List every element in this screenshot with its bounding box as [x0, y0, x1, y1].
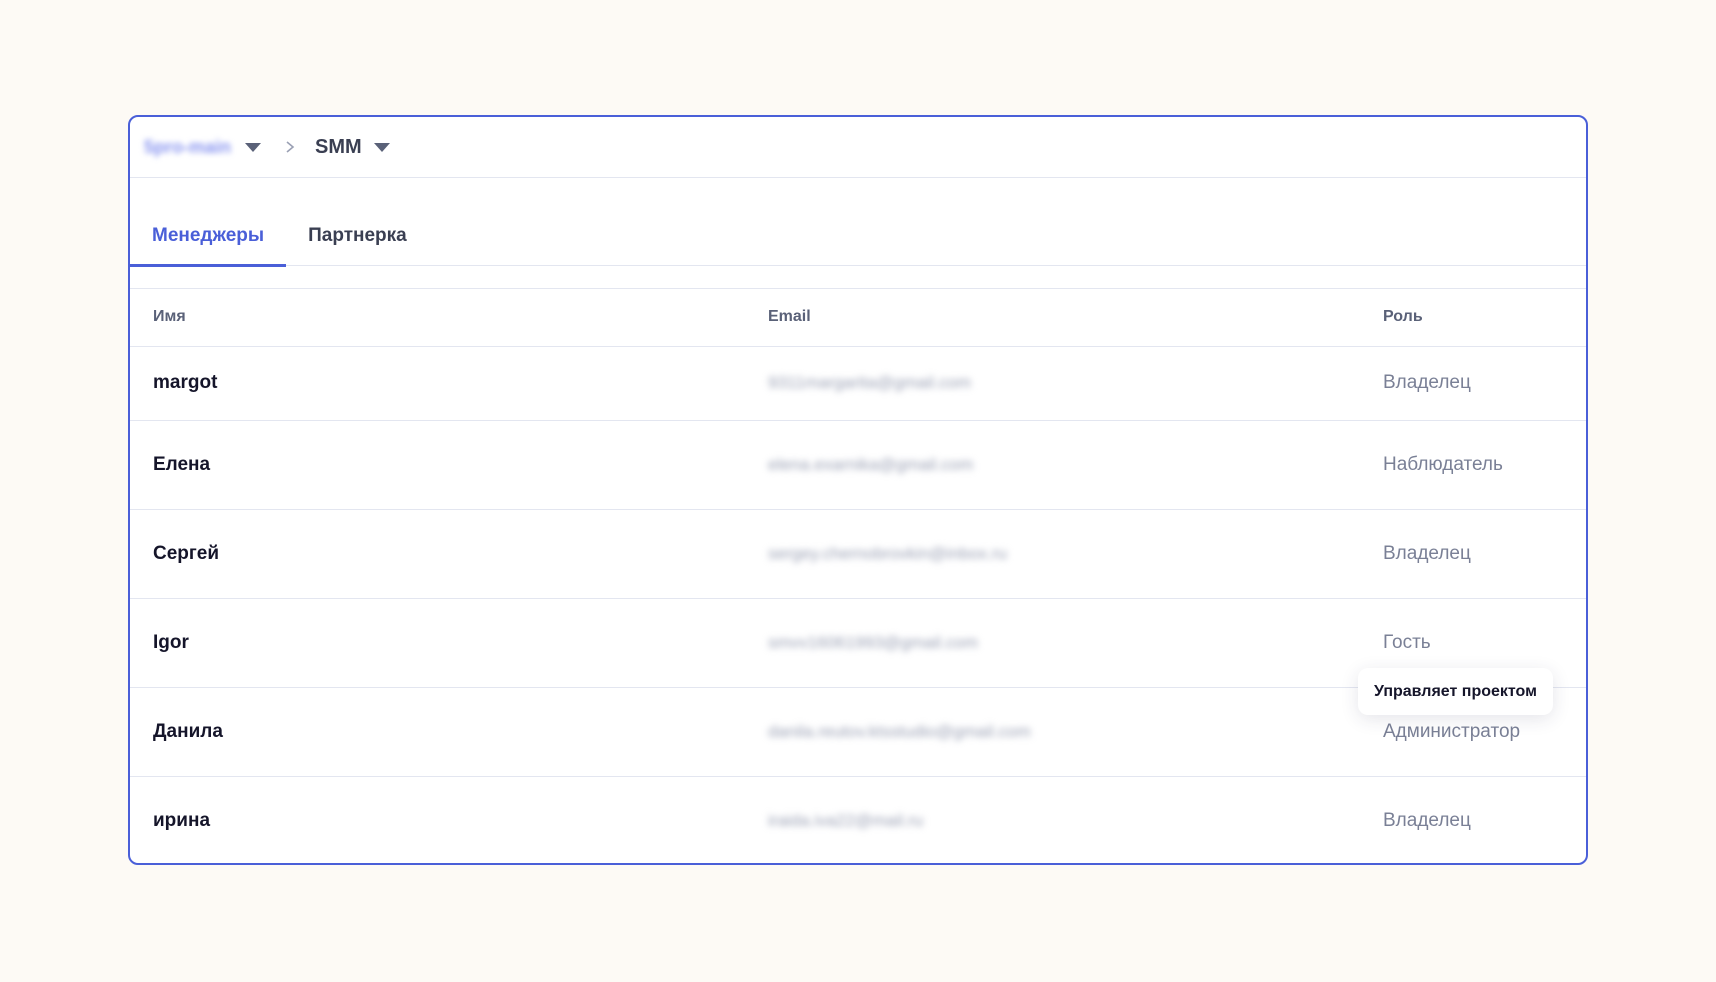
managers-table-wrapper: Имя Email Роль margot 9311margarita@gmai… — [130, 288, 1586, 863]
tab-partners[interactable]: Партнерка — [286, 206, 429, 266]
user-email: sergey.chernobrovkin@inbox.ru — [745, 509, 1360, 599]
chevron-down-icon — [373, 142, 390, 152]
user-role[interactable]: Владелец — [1360, 776, 1586, 863]
tab-managers[interactable]: Менеджеры — [130, 206, 287, 267]
user-name: Сергей — [130, 509, 745, 599]
chevron-right-icon — [286, 141, 295, 153]
table-row[interactable]: margot 9311margarita@gmail.com Владелец — [130, 346, 1586, 421]
user-name: margot — [130, 346, 745, 421]
tab-bar: Менеджеры Партнерка — [130, 206, 1586, 267]
column-header-name: Имя — [130, 289, 745, 347]
user-name: Елена — [130, 420, 745, 510]
user-role[interactable]: Владелец — [1360, 346, 1586, 421]
table-header-row: Имя Email Роль — [130, 289, 1586, 347]
user-email: danila.reutov.ktsstudio@gmail.com — [745, 687, 1360, 777]
project-name: SMM — [315, 135, 362, 158]
user-email: smvv16061993@gmail.com — [745, 598, 1360, 688]
managers-table: Имя Email Роль margot 9311margarita@gmai… — [130, 289, 1586, 863]
role-tooltip: Управляет проектом — [1358, 668, 1553, 715]
user-email: 9311margarita@gmail.com — [745, 346, 1360, 421]
managers-card: 5pro-main SMM Менеджеры Партнерка Имя Em… — [128, 115, 1588, 865]
column-header-role: Роль — [1360, 289, 1586, 347]
table-row[interactable]: Сергей sergey.chernobrovkin@inbox.ru Вла… — [130, 509, 1586, 599]
workspace-name: 5pro-main — [144, 136, 232, 157]
user-email: iraida.iva22@mail.ru — [768, 810, 924, 830]
user-email: elena.exarnika@gmail.com — [745, 420, 1360, 510]
project-switcher[interactable]: SMM — [315, 136, 390, 159]
table-row[interactable]: Елена elena.exarnika@gmail.com Наблюдате… — [130, 420, 1586, 510]
workspace-switcher[interactable]: 5pro-main — [140, 136, 262, 158]
user-name: ирина — [153, 809, 211, 831]
column-header-email: Email — [745, 289, 1360, 347]
table-row[interactable]: ирина iraida.iva22@mail.ru Владелец — [130, 776, 1586, 863]
chevron-down-icon — [245, 142, 262, 152]
user-name: Igor — [130, 598, 745, 688]
user-role[interactable]: Владелец — [1360, 509, 1586, 599]
user-role[interactable]: Наблюдатель — [1360, 420, 1586, 510]
breadcrumb: 5pro-main SMM — [130, 117, 1586, 178]
user-name: Данила — [130, 687, 745, 777]
